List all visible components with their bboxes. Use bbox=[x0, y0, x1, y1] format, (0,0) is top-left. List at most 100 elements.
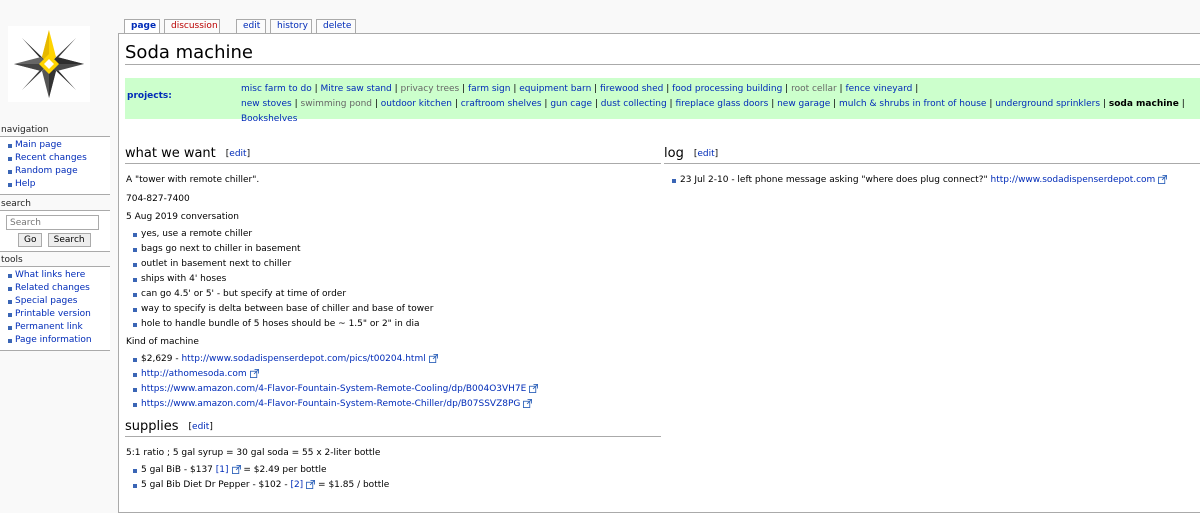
nav-item-random-page[interactable]: Random page bbox=[6, 165, 108, 178]
list-item: ships with 4' hoses bbox=[130, 272, 433, 287]
nav-link[interactable]: Help bbox=[15, 179, 36, 189]
supply-text: 5 gal BiB - $137 bbox=[141, 465, 216, 475]
tools-link[interactable]: What links here bbox=[15, 270, 85, 280]
tools-item-special-pages[interactable]: Special pages bbox=[6, 295, 108, 308]
list-item: bags go next to chiller in basement bbox=[130, 242, 433, 257]
external-link[interactable]: http://www.sodadispenserdepot.com bbox=[991, 175, 1156, 185]
navigation-portlet: navigation Main page Recent changes Rand… bbox=[0, 124, 110, 195]
external-link-icon bbox=[529, 384, 539, 393]
external-link-icon bbox=[306, 480, 316, 489]
project-link[interactable]: privacy trees bbox=[401, 84, 460, 94]
projects-bar: projects: misc farm to do | Mitre saw st… bbox=[125, 78, 1200, 124]
list-item: can go 4.5' or 5' - but specify at time … bbox=[130, 287, 433, 302]
list-item: 5 gal Bib Diet Dr Pepper - $102 - [2] = … bbox=[130, 478, 389, 493]
project-link[interactable]: gun cage bbox=[550, 99, 592, 109]
search-heading: search bbox=[1, 199, 31, 209]
go-button[interactable]: Go bbox=[18, 233, 43, 247]
navigation-heading: navigation bbox=[1, 125, 49, 135]
edit-section-link[interactable]: [edit] bbox=[226, 149, 250, 159]
tools-link[interactable]: Page information bbox=[15, 335, 92, 345]
project-link[interactable]: swimming pond bbox=[301, 99, 373, 109]
tools-link[interactable]: Related changes bbox=[15, 283, 90, 293]
tools-link[interactable]: Printable version bbox=[15, 309, 91, 319]
phone-number: 704-827-7400 bbox=[126, 194, 190, 204]
project-link[interactable]: Mitre saw stand bbox=[321, 84, 392, 94]
machine-price: $2,629 - bbox=[141, 354, 182, 364]
tools-portlet: tools What links here Related changes Sp… bbox=[0, 254, 110, 351]
project-link[interactable]: underground sprinklers bbox=[995, 99, 1100, 109]
tab-edit[interactable]: edit bbox=[236, 19, 266, 33]
tab-delete-link[interactable]: delete bbox=[323, 21, 351, 31]
external-link-icon bbox=[523, 399, 533, 408]
project-current: soda machine bbox=[1108, 99, 1179, 109]
list-item: outlet in basement next to chiller bbox=[130, 257, 433, 272]
project-link[interactable]: new stoves bbox=[241, 99, 292, 109]
main-content: Soda machine projects: misc farm to do |… bbox=[118, 33, 1200, 513]
project-link[interactable]: misc farm to do bbox=[241, 84, 312, 94]
tools-item-what-links-here[interactable]: What links here bbox=[6, 269, 108, 282]
project-link[interactable]: mulch & shrubs in front of house bbox=[839, 99, 986, 109]
tab-delete[interactable]: delete bbox=[316, 19, 356, 33]
search-input[interactable] bbox=[6, 215, 99, 230]
tools-link[interactable]: Special pages bbox=[15, 296, 77, 306]
conversation-date: 5 Aug 2019 conversation bbox=[126, 212, 239, 222]
edit-section-link[interactable]: [edit] bbox=[189, 422, 213, 432]
list-item: 23 Jul 2-10 - left phone message asking … bbox=[669, 173, 1168, 188]
project-link[interactable]: fireplace glass doors bbox=[675, 99, 768, 109]
project-link[interactable]: equipment barn bbox=[519, 84, 591, 94]
log-entry-text: 23 Jul 2-10 - left phone message asking … bbox=[680, 175, 991, 185]
external-link[interactable]: http://athomesoda.com bbox=[141, 369, 247, 379]
log-list: 23 Jul 2-10 - left phone message asking … bbox=[669, 173, 1168, 188]
tools-item-related-changes[interactable]: Related changes bbox=[6, 282, 108, 295]
edit-link[interactable]: edit bbox=[192, 422, 209, 432]
tab-page-link[interactable]: page bbox=[131, 21, 156, 31]
conversation-notes-list: yes, use a remote chiller bags go next t… bbox=[130, 227, 433, 332]
external-link[interactable]: https://www.amazon.com/4-Flavor-Fountain… bbox=[141, 384, 526, 394]
edit-section-link[interactable]: [edit] bbox=[694, 149, 718, 159]
edit-link[interactable]: edit bbox=[229, 149, 246, 159]
project-link[interactable]: new garage bbox=[777, 99, 830, 109]
nav-item-recent-changes[interactable]: Recent changes bbox=[6, 152, 108, 165]
nav-link[interactable]: Main page bbox=[15, 140, 62, 150]
project-link[interactable]: farm sign bbox=[468, 84, 510, 94]
supplies-ratio: 5:1 ratio ; 5 gal syrup = 30 gal soda = … bbox=[126, 448, 381, 458]
project-link[interactable]: fence vineyard bbox=[845, 84, 912, 94]
project-link[interactable]: food processing building bbox=[672, 84, 782, 94]
project-link[interactable]: craftroom shelves bbox=[461, 99, 542, 109]
tab-history[interactable]: history bbox=[270, 19, 312, 33]
site-logo[interactable] bbox=[8, 26, 90, 102]
tab-discussion-link[interactable]: discussion bbox=[171, 21, 218, 31]
tools-link[interactable]: Permanent link bbox=[15, 322, 83, 332]
reference-link[interactable]: [1] bbox=[216, 465, 229, 475]
tab-page[interactable]: page bbox=[124, 19, 160, 34]
project-link[interactable]: Bookshelves bbox=[241, 114, 297, 124]
page-title: Soda machine bbox=[125, 42, 1200, 65]
project-link[interactable]: root cellar bbox=[791, 84, 837, 94]
list-item: $2,629 - http://www.sodadispenserdepot.c… bbox=[130, 352, 538, 367]
tab-history-link[interactable]: history bbox=[277, 21, 308, 31]
project-link[interactable]: dust collecting bbox=[601, 99, 667, 109]
tab-edit-link[interactable]: edit bbox=[243, 21, 260, 31]
project-link[interactable]: outdoor kitchen bbox=[381, 99, 452, 109]
tools-item-page-information[interactable]: Page information bbox=[6, 334, 108, 347]
project-link[interactable]: firewood shed bbox=[600, 84, 663, 94]
external-link[interactable]: http://www.sodadispenserdepot.com/pics/t… bbox=[181, 354, 425, 364]
tab-discussion[interactable]: discussion bbox=[164, 19, 220, 33]
external-link[interactable]: https://www.amazon.com/4-Flavor-Fountain… bbox=[141, 399, 520, 409]
supply-price: = $1.85 / bottle bbox=[315, 480, 390, 490]
tools-item-permanent-link[interactable]: Permanent link bbox=[6, 321, 108, 334]
projects-links: misc farm to do | Mitre saw stand | priv… bbox=[241, 84, 1185, 124]
search-button[interactable]: Search bbox=[47, 233, 91, 247]
reference-link[interactable]: [2] bbox=[290, 480, 303, 490]
nav-link[interactable]: Random page bbox=[15, 166, 78, 176]
supplies-list: 5 gal BiB - $137 [1] = $2.49 per bottle … bbox=[130, 463, 389, 493]
edit-link[interactable]: edit bbox=[697, 149, 714, 159]
section-heading-supplies: supplies [edit] bbox=[125, 419, 661, 437]
nav-link[interactable]: Recent changes bbox=[15, 153, 87, 163]
tools-item-printable-version[interactable]: Printable version bbox=[6, 308, 108, 321]
external-link-icon bbox=[428, 354, 438, 363]
kind-of-machine-label: Kind of machine bbox=[126, 337, 199, 347]
supply-price: = $2.49 per bottle bbox=[240, 465, 327, 475]
nav-item-main-page[interactable]: Main page bbox=[6, 139, 108, 152]
nav-item-help[interactable]: Help bbox=[6, 178, 108, 191]
